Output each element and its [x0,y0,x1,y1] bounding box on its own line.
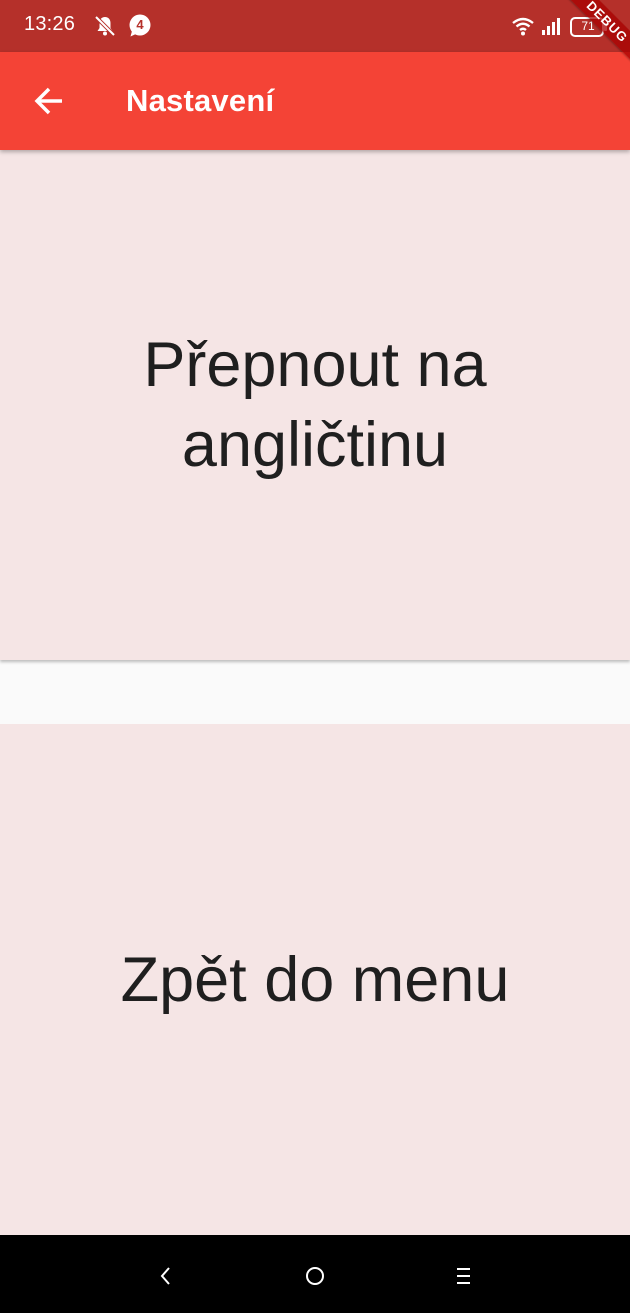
nav-home-button[interactable] [300,1261,330,1291]
nav-menu-button[interactable] [448,1261,478,1291]
circle-home-icon [306,1267,324,1285]
nav-back-button[interactable] [151,1261,181,1291]
arrow-left-icon [34,87,62,115]
page-title: Nastavení [126,83,275,118]
switch-to-english-label: Přepnout na angličtinu [143,330,487,480]
wifi-icon [512,17,534,36]
menu-lines-icon [457,1268,470,1284]
notification-count: 4 [136,17,144,32]
switch-to-english-button[interactable]: Přepnout na angličtinu [0,150,630,660]
message-badge-icon: 4 [128,14,152,38]
status-time: 13:26 [24,13,76,35]
settings-screen: 13:26 4 71 DEBUG Nastavení Přepnout na a… [0,0,630,1313]
system-nav-bar [0,1235,630,1313]
signal-icon [542,18,560,35]
back-to-menu-label: Zpět do menu [120,944,510,1015]
bell-off-icon [94,15,116,37]
status-bar: 13:26 4 71 [0,0,630,52]
chevron-left-icon [160,1267,170,1285]
app-bar: Nastavení [0,52,630,150]
back-to-menu-button[interactable]: Zpět do menu [0,724,630,1235]
back-button[interactable] [20,72,78,130]
